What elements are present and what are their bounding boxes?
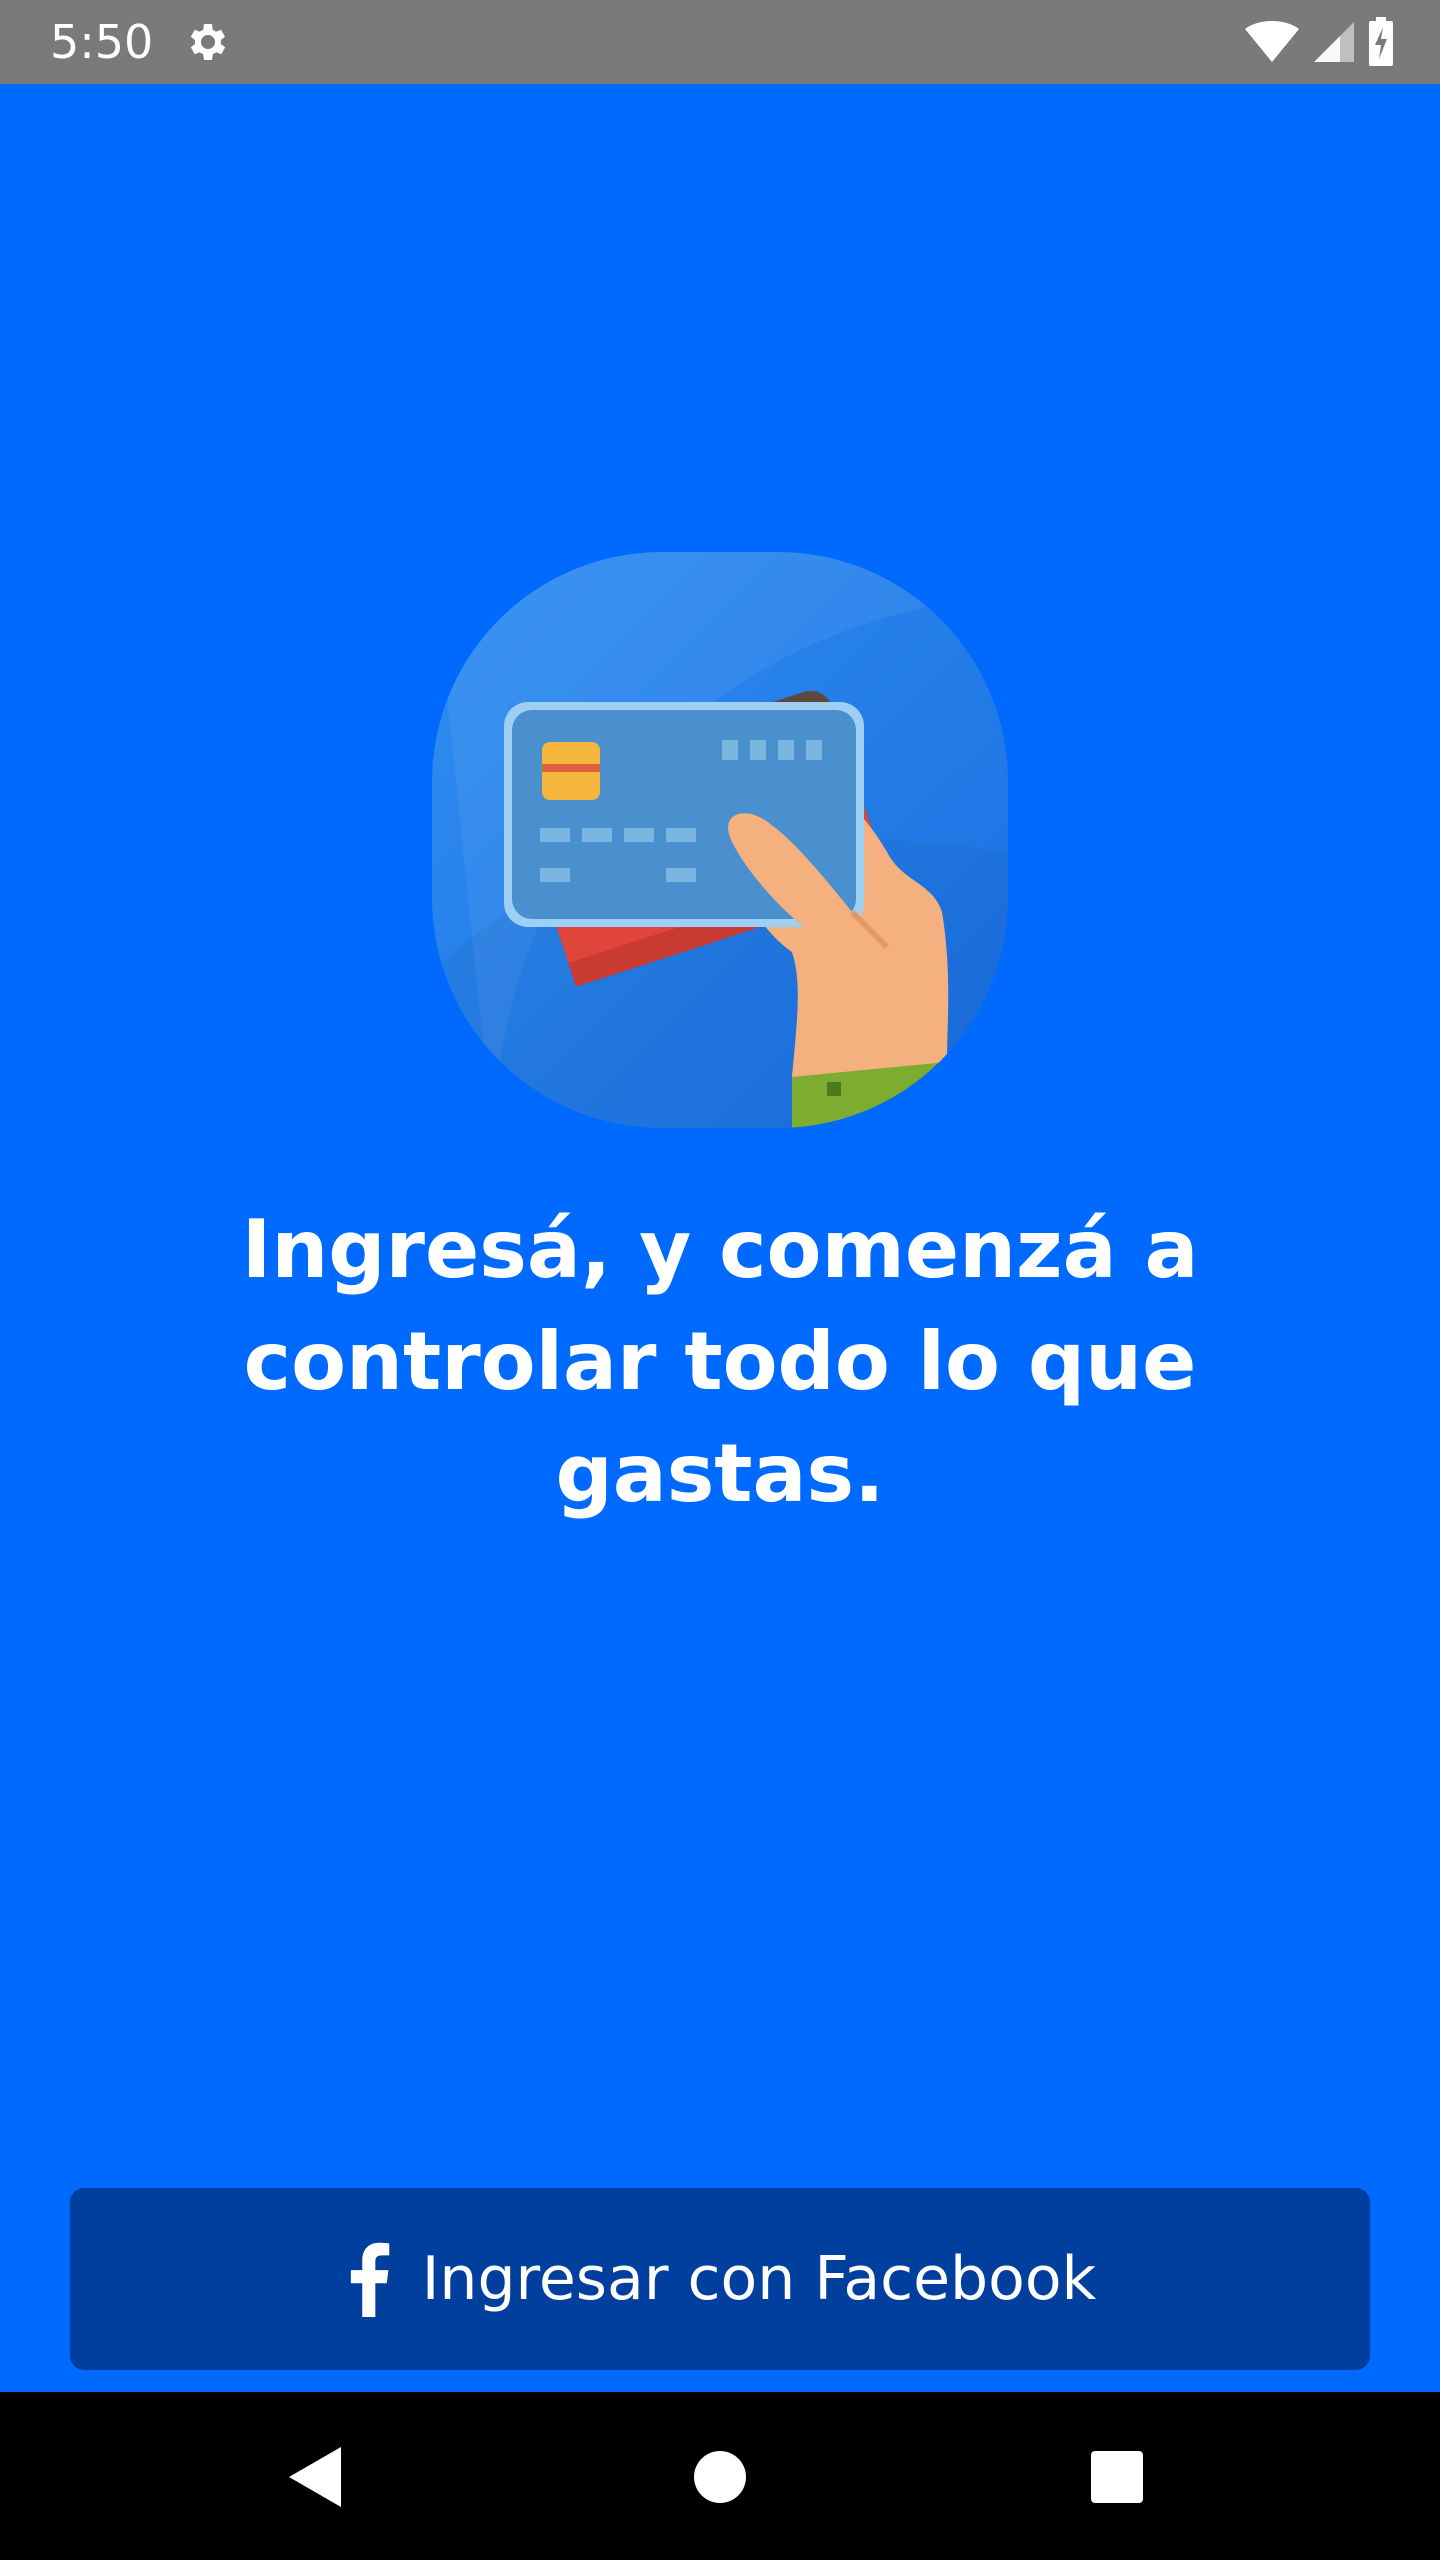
credit-card-hand-icon <box>432 552 1008 1128</box>
home-icon <box>694 2451 746 2503</box>
welcome-headline: Ingresá, y comenzá a controlar todo lo q… <box>241 1203 1199 1520</box>
facebook-login-button[interactable]: Ingresar con Facebook <box>70 2188 1370 2370</box>
wifi-icon <box>1245 21 1299 62</box>
facebook-login-label: Ingresar con Facebook <box>421 2244 1097 2314</box>
navigation-bar <box>0 2392 1440 2560</box>
status-bar: 5:50 <box>0 0 1440 84</box>
facebook-icon <box>350 2242 389 2317</box>
status-icons <box>1244 16 1394 68</box>
back-icon <box>289 2447 341 2507</box>
signal-icon <box>1314 22 1354 62</box>
status-time: 5:50 <box>50 15 154 69</box>
back-button[interactable] <box>270 2432 360 2522</box>
recents-button[interactable] <box>1072 2432 1162 2522</box>
home-button[interactable] <box>675 2432 765 2522</box>
recents-icon <box>1091 2451 1143 2503</box>
battery-charging-icon <box>1369 17 1393 66</box>
main-screen: Ingresá, y comenzá a controlar todo lo q… <box>0 84 1440 2392</box>
gear-icon <box>190 24 226 60</box>
